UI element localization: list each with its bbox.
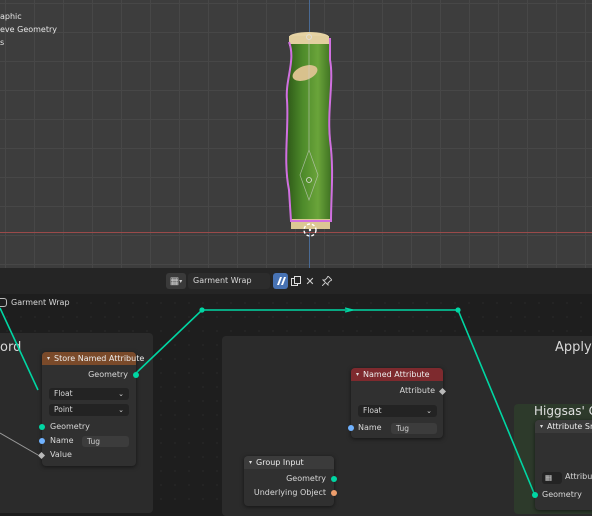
output-geometry-socket[interactable] — [133, 372, 139, 378]
output-attribute-label: Attribute — [399, 386, 435, 395]
input-geometry-socket[interactable] — [39, 424, 45, 430]
data-type-dropdown[interactable]: Float ⌄ — [358, 405, 437, 417]
collapse-chevron-icon[interactable]: ▾ — [47, 352, 50, 365]
node-title: Store Named Attribute — [54, 354, 145, 363]
collapse-chevron-icon[interactable]: ▾ — [540, 420, 543, 433]
3d-viewport[interactable]: aphic eve Geometry s — [0, 0, 592, 268]
named-attribute-node[interactable]: ▾ Named Attribute Attribute Float ⌄ Name … — [348, 368, 447, 438]
link-into-value — [0, 432, 39, 456]
collapse-chevron-icon[interactable]: ▾ — [249, 456, 252, 469]
node-tree-select[interactable]: ▦ — [542, 472, 562, 484]
input-name-socket[interactable] — [348, 425, 354, 431]
input-geometry-socket[interactable] — [532, 492, 538, 498]
node-title: Attribute Sm — [547, 422, 592, 431]
chevron-down-icon: ⌄ — [118, 406, 124, 414]
domain-dropdown[interactable]: Point ⌄ — [49, 404, 129, 416]
output-geometry-label: Geometry — [286, 474, 326, 483]
link-into-store-geometry — [0, 307, 39, 391]
node-tree-icon: ▦ — [545, 473, 553, 482]
input-geometry-label: Geometry — [542, 490, 582, 499]
data-type-dropdown[interactable]: Float ⌄ — [49, 388, 129, 400]
input-name-label: Name — [358, 423, 382, 432]
node-header[interactable]: ▾ Store Named Attribute — [42, 352, 144, 365]
attribute-smooth-node[interactable]: ▾ Attribute Sm ▦ Attribut Geometry — [532, 420, 592, 510]
chevron-down-icon: ⌄ — [426, 407, 432, 415]
name-value-field[interactable]: Tug — [82, 436, 129, 447]
output-underlying-object-socket[interactable] — [331, 490, 337, 496]
node-title: Named Attribute — [363, 370, 430, 379]
reroute-point-1 — [199, 307, 205, 313]
store-named-attribute-node[interactable]: ▾ Store Named Attribute Geometry Float ⌄ … — [37, 352, 144, 466]
collapse-chevron-icon[interactable]: ▾ — [356, 368, 359, 381]
group-input-node[interactable]: ▾ Group Input Geometry Underlying Object — [244, 456, 337, 506]
reroute-point-2 — [455, 307, 461, 313]
garment-mesh-object[interactable] — [0, 0, 592, 268]
input-name-socket[interactable] — [39, 438, 45, 444]
name-value-field[interactable]: Tug — [391, 423, 437, 434]
node-header[interactable]: ▾ Group Input — [244, 456, 334, 469]
output-attribute-label: Attribut — [565, 472, 592, 481]
node-header[interactable]: ▾ Named Attribute — [351, 368, 443, 381]
node-header[interactable]: ▾ Attribute Sm — [535, 420, 592, 433]
node-editor[interactable]: ▦ ▾ Garment Wrap ✕ Garment Wrap ord Apply… — [0, 268, 592, 516]
output-geometry-label: Geometry — [88, 370, 128, 379]
input-name-label: Name — [50, 436, 74, 445]
chevron-down-icon: ⌄ — [118, 390, 124, 398]
input-geometry-label: Geometry — [50, 422, 90, 431]
output-underlying-object-label: Underlying Object — [253, 488, 326, 497]
input-value-label: Value — [50, 450, 72, 459]
link-store-to-attribute-smooth — [133, 309, 535, 494]
node-title: Group Input — [256, 458, 304, 467]
output-geometry-socket[interactable] — [331, 476, 337, 482]
